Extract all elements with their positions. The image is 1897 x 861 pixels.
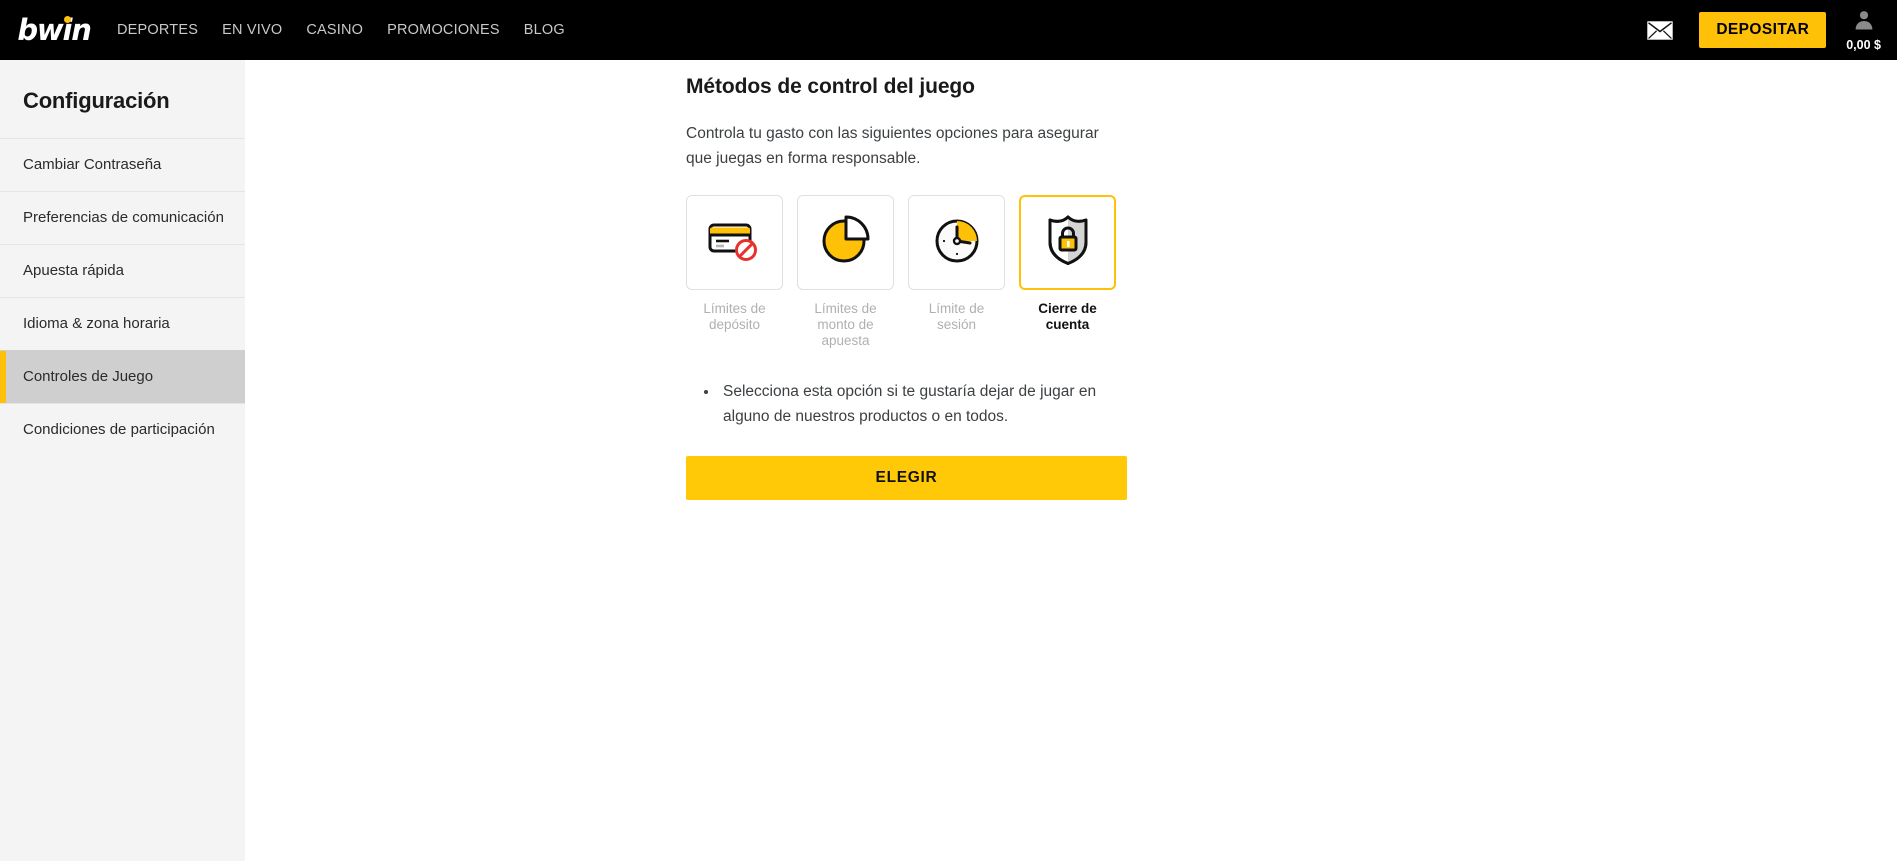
- credit-card-blocked-icon: [706, 215, 764, 270]
- page-description: Controla tu gasto con las siguientes opc…: [686, 125, 1099, 168]
- shield-lock-icon: [1044, 214, 1092, 271]
- sidebar-item-preferencias-comunicacion[interactable]: Preferencias de comunicación: [0, 191, 245, 244]
- option-limites-de-deposito[interactable]: Límites de depósito: [686, 195, 783, 349]
- option-icon-box: [908, 195, 1005, 291]
- logo-text: bwin: [17, 12, 92, 47]
- nav-item-promociones[interactable]: PROMOCIONES: [387, 22, 500, 38]
- control-options-group: Límites de depósito Límites de monto de …: [686, 195, 1127, 349]
- sidebar-item-label: Cambiar Contraseña: [23, 156, 162, 173]
- option-details-list: Selecciona esta opción si te gustaría de…: [686, 379, 1127, 429]
- clock-timer-icon: [931, 214, 983, 271]
- option-icon-box: [797, 195, 894, 291]
- game-controls-panel: Métodos de control del juego Controla tu…: [686, 75, 1127, 501]
- option-label: Límite de sesión: [928, 301, 985, 333]
- bwin-logo[interactable]: bwin: [14, 10, 94, 50]
- nav-item-en-vivo[interactable]: EN VIVO: [222, 22, 282, 38]
- sidebar-item-label: Apuesta rápida: [23, 262, 124, 279]
- settings-sidebar: Configuración Cambiar Contraseña Prefere…: [0, 60, 245, 861]
- account-balance: 0,00 $: [1846, 37, 1881, 52]
- nav-item-casino[interactable]: CASINO: [306, 22, 363, 38]
- sidebar-title: Configuración: [23, 88, 170, 113]
- top-header: bwin DEPORTES EN VIVO CASINO PROMOCIONES…: [0, 0, 1897, 60]
- main-content: Métodos de control del juego Controla tu…: [245, 60, 1897, 861]
- sidebar-item-label: Controles de Juego: [23, 368, 154, 385]
- option-cierre-de-cuenta[interactable]: Cierre de cuenta: [1019, 195, 1116, 349]
- sidebar-item-label: Idioma & zona horaria: [23, 315, 170, 332]
- sidebar-item-idioma-zona-horaria[interactable]: Idioma & zona horaria: [0, 297, 245, 350]
- nav-item-blog[interactable]: BLOG: [524, 22, 565, 38]
- sidebar-item-condiciones-participacion[interactable]: Condiciones de participación: [0, 403, 245, 456]
- page-title: Métodos de control del juego: [686, 75, 975, 98]
- user-avatar-icon: [1853, 9, 1875, 36]
- nav-item-deportes[interactable]: DEPORTES: [117, 22, 198, 38]
- option-icon-box: [686, 195, 783, 291]
- sidebar-item-apuesta-rapida[interactable]: Apuesta rápida: [0, 244, 245, 297]
- page-body: Configuración Cambiar Contraseña Prefere…: [0, 60, 1897, 861]
- option-label: Límites de monto de apuesta: [814, 301, 877, 349]
- option-label: Límites de depósito: [703, 301, 766, 333]
- logo-dot-icon: [64, 16, 71, 23]
- sidebar-item-controles-de-juego[interactable]: Controles de Juego: [0, 350, 245, 403]
- sidebar-item-cambiar-contrasena[interactable]: Cambiar Contraseña: [0, 138, 245, 191]
- choose-button[interactable]: ELEGIR: [686, 456, 1127, 501]
- envelope-icon[interactable]: [1647, 20, 1674, 40]
- option-label: Cierre de cuenta: [1038, 301, 1097, 333]
- account-menu[interactable]: 0,00 $: [1846, 9, 1881, 52]
- header-right-group: DEPOSITAR 0,00 $: [1647, 0, 1897, 60]
- list-item: Selecciona esta opción si te gustaría de…: [719, 379, 1127, 429]
- sidebar-item-label: Preferencias de comunicación: [23, 209, 224, 226]
- sidebar-item-label: Condiciones de participación: [23, 421, 215, 438]
- option-limite-de-sesion[interactable]: Límite de sesión: [908, 195, 1005, 349]
- pie-chart-icon: [819, 215, 873, 270]
- main-navigation: DEPORTES EN VIVO CASINO PROMOCIONES BLOG: [117, 22, 565, 38]
- option-icon-box: [1019, 195, 1116, 291]
- option-limites-de-monto-de-apuesta[interactable]: Límites de monto de apuesta: [797, 195, 894, 349]
- deposit-button[interactable]: DEPOSITAR: [1699, 12, 1827, 48]
